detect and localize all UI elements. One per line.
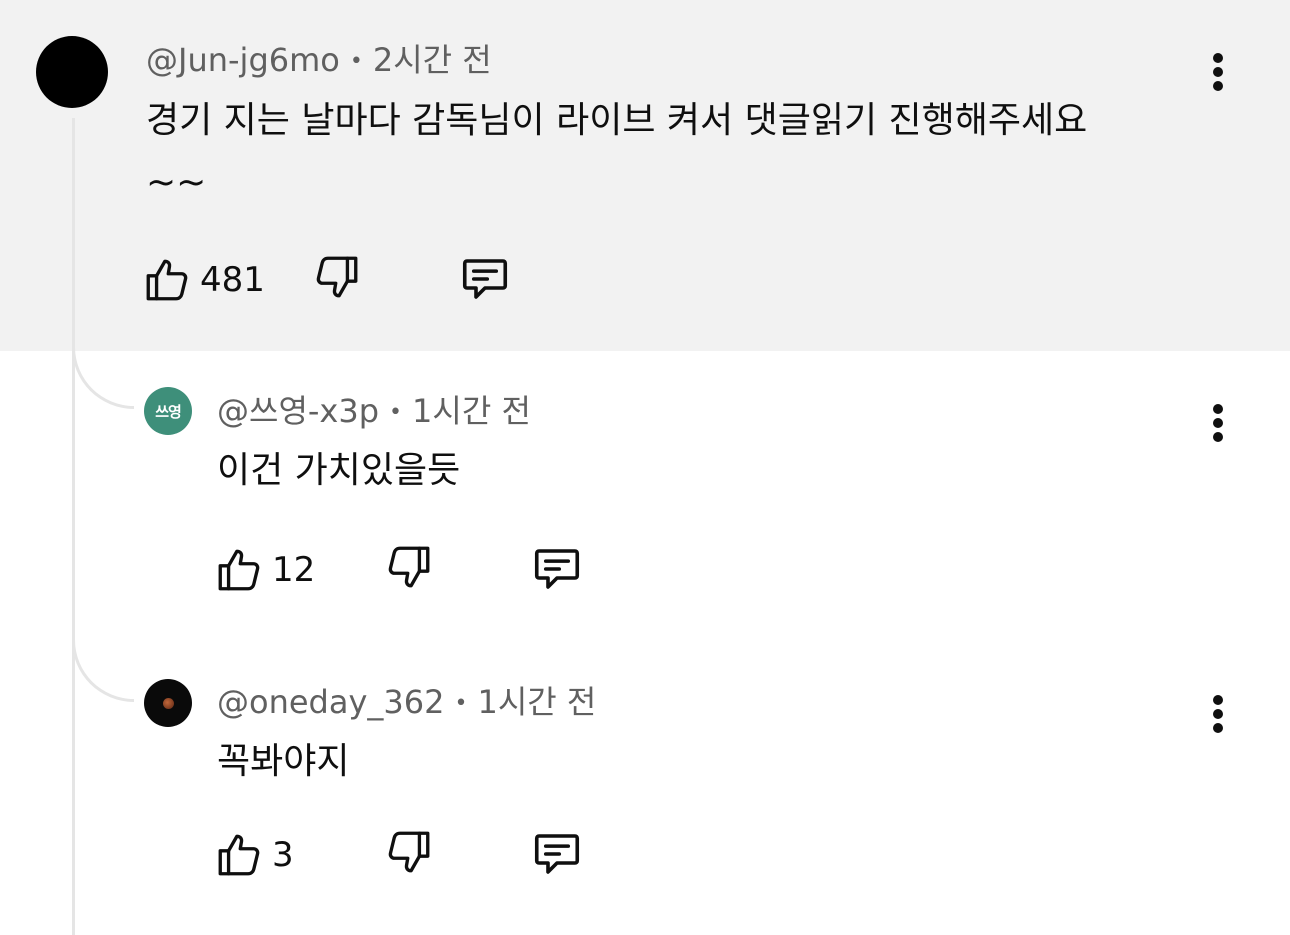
reply-text: 꼭봐야지 — [217, 741, 350, 782]
thumbs-up-icon — [218, 549, 260, 591]
reply-button[interactable] — [530, 542, 584, 596]
separator-dot: • — [349, 49, 363, 74]
thumbs-down-icon — [316, 256, 358, 298]
like-button[interactable]: 3 — [214, 827, 294, 883]
separator-dot: • — [389, 400, 403, 425]
comment-icon — [534, 549, 580, 589]
comment-icon — [534, 834, 580, 874]
more-vertical-icon[interactable] — [1206, 50, 1230, 94]
like-count: 3 — [272, 835, 294, 875]
more-vertical-icon[interactable] — [1206, 401, 1230, 445]
author-name[interactable]: @oneday_362 — [217, 683, 444, 721]
like-count: 12 — [272, 550, 316, 590]
more-vertical-icon[interactable] — [1206, 692, 1230, 736]
dislike-button[interactable] — [384, 827, 434, 877]
thread-line — [72, 118, 75, 935]
like-button[interactable]: 481 — [142, 252, 265, 308]
separator-dot: • — [454, 691, 468, 716]
reply-text: 이건 가치있을듯 — [217, 450, 461, 491]
comment-text: 경기 지는 날마다 감독님이 라이브 켜서 댓글읽기 진행해주세요 ~~ — [146, 100, 1088, 203]
author-name[interactable]: @Jun-jg6mo — [146, 41, 340, 79]
thumbs-up-icon — [218, 834, 260, 876]
avatar[interactable] — [144, 679, 192, 727]
thread-connector — [72, 347, 134, 409]
author-name[interactable]: @쓰영-x3p — [217, 392, 379, 430]
comment-time[interactable]: 1시간 전 — [477, 683, 596, 721]
reply-meta: @oneday_362 • 1시간 전 — [217, 682, 596, 724]
comment-actions: 481 — [142, 252, 542, 308]
comment-time[interactable]: 1시간 전 — [412, 392, 531, 430]
reply-button[interactable] — [458, 252, 512, 306]
like-button[interactable]: 12 — [214, 542, 315, 598]
reply-actions: 3 — [214, 827, 614, 883]
like-count: 481 — [200, 260, 265, 300]
reply-actions: 12 — [214, 542, 614, 598]
dislike-button[interactable] — [384, 542, 434, 592]
reply-button[interactable] — [530, 827, 584, 881]
avatar[interactable]: 쓰영 — [144, 387, 192, 435]
avatar[interactable] — [36, 36, 108, 108]
comment-meta: @Jun-jg6mo • 2시간 전 — [146, 40, 492, 82]
reply-meta: @쓰영-x3p • 1시간 전 — [217, 391, 531, 433]
thread-connector — [72, 640, 134, 702]
thumbs-down-icon — [388, 546, 430, 588]
avatar-label: 쓰영 — [155, 402, 182, 421]
comment-time[interactable]: 2시간 전 — [373, 41, 492, 79]
dislike-button[interactable] — [312, 252, 362, 302]
comment-icon — [462, 259, 508, 299]
comment-thread: @Jun-jg6mo • 2시간 전 경기 지는 날마다 감독님이 라이브 켜서 댓… — [0, 0, 1290, 935]
thumbs-up-icon — [146, 259, 188, 301]
thumbs-down-icon — [388, 831, 430, 873]
